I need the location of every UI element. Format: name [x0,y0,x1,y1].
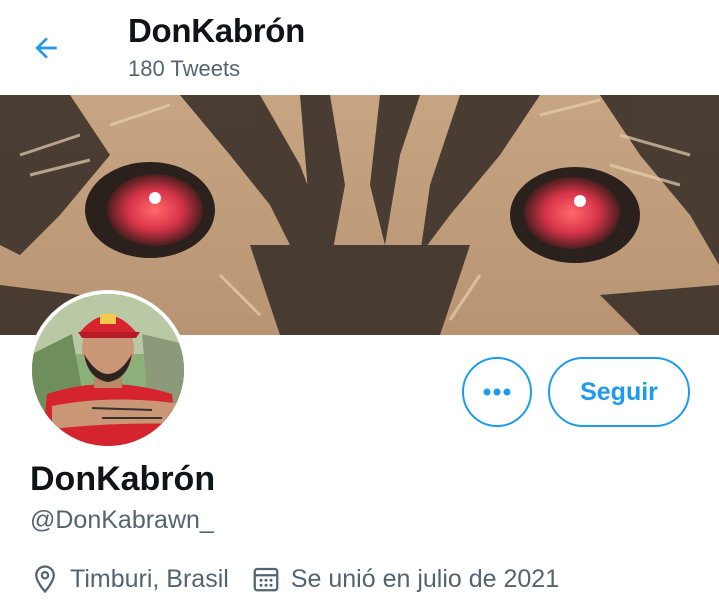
tweet-count: 180 Tweets [128,56,241,81]
more-dots-icon [483,388,511,396]
follow-button[interactable]: Seguir [548,357,690,427]
location-text: Timburi, Brasil [70,564,229,593]
profile-avatar[interactable] [28,290,188,450]
location-item: Timburi, Brasil [30,564,229,594]
profile-meta: Timburi, Brasil Se unió en julio de 2021 [30,562,581,596]
profile-display-name: DonKabrón [30,460,216,498]
header-title: DonKabrón [128,12,305,49]
more-options-button[interactable] [462,357,532,427]
joined-item: Se unió en julio de 2021 [251,564,559,594]
joined-text: Se unió en julio de 2021 [290,564,560,593]
location-pin-icon [35,565,55,594]
back-button[interactable] [24,26,68,70]
top-bar: DonKabrón 180 Tweets [0,0,719,96]
arrow-left-icon [35,37,57,59]
profile-photo-avatar [32,294,184,446]
profile-handle: @DonKabrawn_ [30,506,214,534]
calendar-icon [253,567,279,592]
